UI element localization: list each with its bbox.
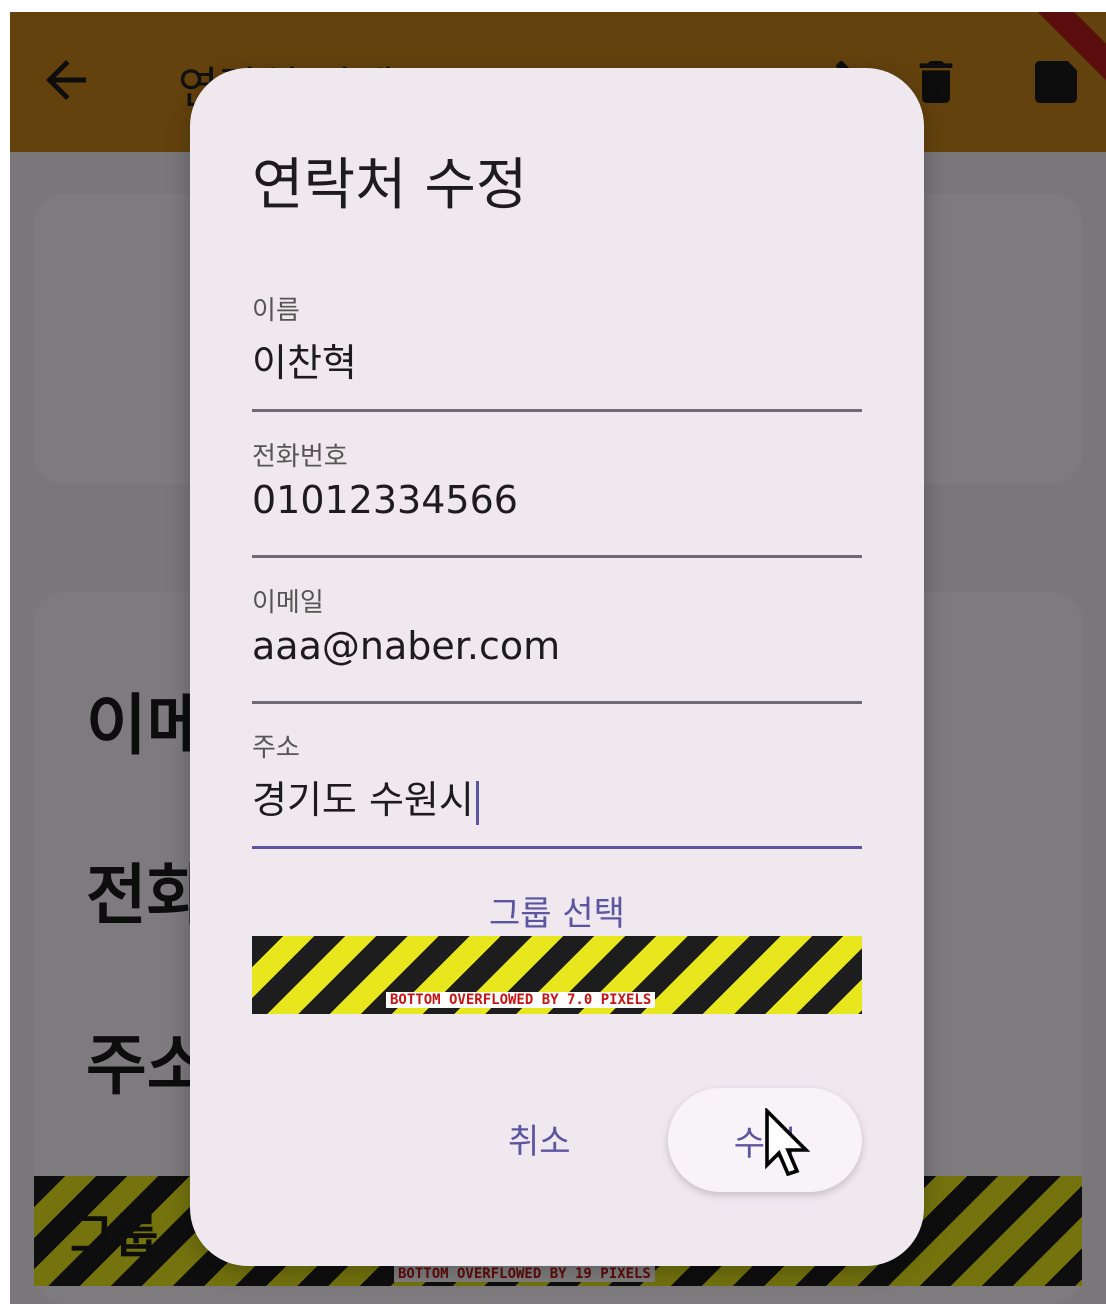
phone-label: 전화번호 — [252, 442, 348, 472]
text-cursor — [475, 780, 479, 825]
dialog-title: 연락처 수정 — [252, 153, 528, 218]
group-select-button[interactable]: 그룹 선택 — [252, 886, 862, 935]
phone-field[interactable]: 전화번호 01012334566 — [252, 420, 862, 558]
name-field[interactable]: 이름 이찬혁 — [252, 274, 862, 412]
name-label: 이름 — [252, 296, 300, 326]
address-field[interactable]: 주소 경기도 수원시 — [252, 711, 862, 849]
address-input-wrap[interactable]: 경기도 수원시 — [252, 769, 862, 825]
phone-input[interactable]: 01012334566 — [252, 478, 862, 522]
address-label: 주소 — [252, 733, 300, 763]
mouse-pointer-icon — [765, 1108, 811, 1177]
name-input[interactable]: 이찬혁 — [252, 332, 862, 387]
email-input[interactable]: aaa@naber.com — [252, 624, 862, 668]
email-field[interactable]: 이메일 aaa@naber.com — [252, 566, 862, 704]
email-label: 이메일 — [252, 588, 324, 618]
edit-contact-dialog: 연락처 수정 이름 이찬혁 전화번호 01012334566 이메일 aaa@n… — [190, 68, 924, 1266]
dialog-overflow-text: BOTTOM OVERFLOWED BY 7.0 PIXELS — [386, 992, 656, 1008]
address-input[interactable]: 경기도 수원시 — [252, 778, 474, 822]
cancel-button[interactable]: 취소 — [508, 1114, 571, 1163]
